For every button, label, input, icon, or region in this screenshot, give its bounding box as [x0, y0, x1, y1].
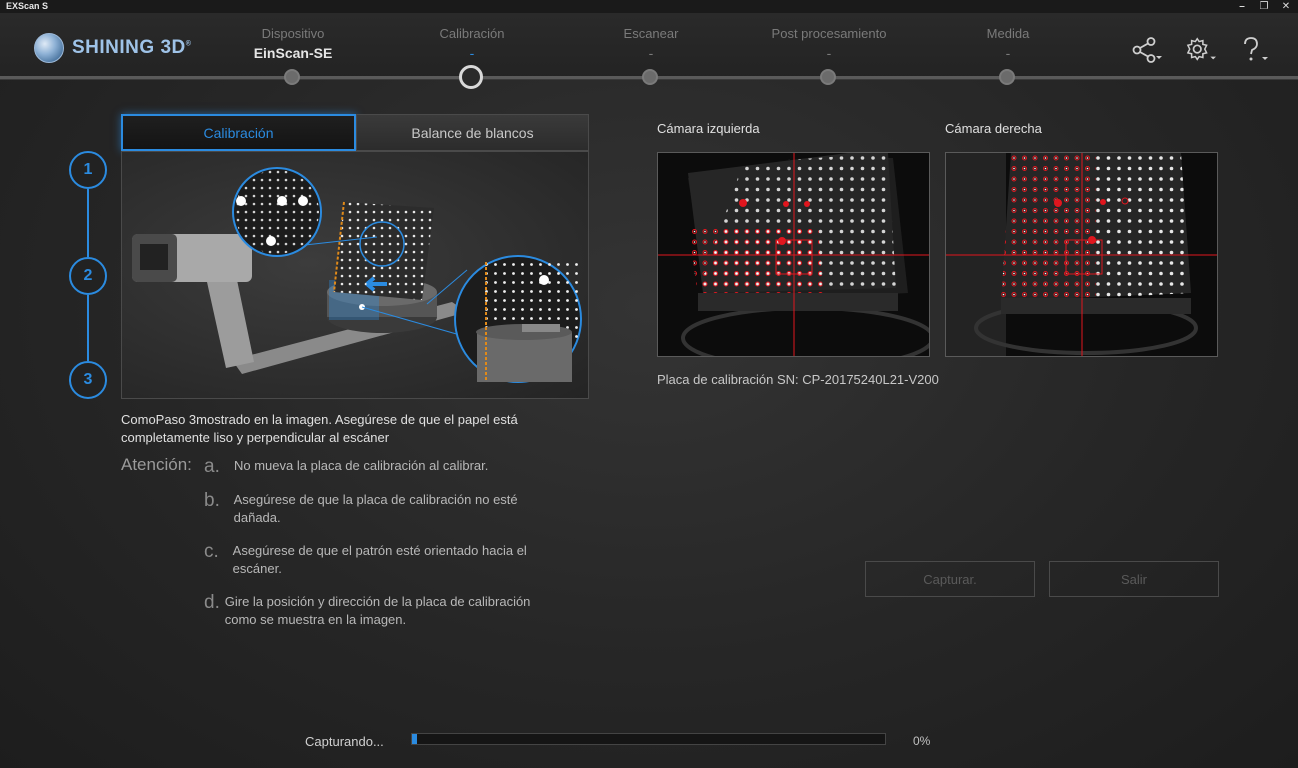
note-item: c. Asegúrese de que el patrón esté orien… [204, 542, 564, 578]
step-dot-measure[interactable] [999, 69, 1015, 85]
step-dot-post-processing[interactable] [820, 69, 836, 85]
step-number-3: 3 [69, 361, 107, 399]
help-icon[interactable] [1240, 35, 1270, 65]
exit-button[interactable]: Salir [1049, 561, 1219, 597]
step-label: Escanear [623, 26, 679, 41]
step-number-2: 2 [69, 257, 107, 295]
left-camera-view [657, 152, 930, 357]
step-label: Medida [986, 26, 1030, 41]
calibration-plate-serial: Placa de calibración SN: CP-20175240L21-… [657, 372, 939, 387]
note-text: Asegúrese de que el patrón esté orientad… [232, 543, 527, 576]
note-text: Asegúrese de que la placa de calibración… [233, 492, 518, 525]
note-text: No mueva la placa de calibración al cali… [234, 458, 489, 473]
note-text: Gire la posición y dirección de la placa… [224, 594, 531, 627]
maximize-icon[interactable]: ❐ [1258, 0, 1270, 13]
step-value: EinScan-SE [253, 45, 333, 61]
share-icon[interactable] [1132, 35, 1162, 65]
minimize-icon[interactable]: – [1236, 0, 1248, 13]
close-icon[interactable]: ✕ [1280, 0, 1292, 13]
note-letter: a. [204, 456, 220, 477]
step-label: Post procesamiento [771, 26, 887, 41]
calibration-illustration [121, 151, 589, 399]
window-title: EXScan S [6, 1, 49, 11]
calibration-tabs: Calibración Balance de blancos [121, 114, 589, 151]
step-dot-scan[interactable] [642, 69, 658, 85]
step-connector [87, 295, 89, 361]
step-measure[interactable]: Medida - [928, 26, 1088, 61]
capture-progress-bar [411, 733, 886, 745]
note-letter: b. [204, 490, 220, 511]
tab-white-balance[interactable]: Balance de blancos [356, 114, 589, 151]
right-camera-label: Cámara derecha [945, 121, 1042, 136]
step-calibration[interactable]: Calibración - [392, 26, 552, 61]
step-dot-calibration[interactable] [459, 65, 483, 89]
step-device[interactable]: Dispositivo EinScan-SE [213, 26, 373, 61]
step-value: - [826, 45, 832, 61]
step-dot-device[interactable] [284, 69, 300, 85]
header-toolbar [1132, 35, 1270, 65]
progress-fill [412, 734, 417, 744]
globe-icon [34, 33, 64, 63]
step-value: - [648, 45, 654, 61]
note-item: a. No mueva la placa de calibración al c… [204, 457, 564, 477]
window-controls: – ❐ ✕ [1236, 0, 1292, 13]
step-label: Calibración [439, 26, 505, 41]
note-letter: c. [204, 541, 219, 562]
step-connector [87, 189, 89, 257]
step-value: - [469, 45, 475, 61]
window-title-bar: EXScan S – ❐ ✕ [0, 0, 1298, 13]
attention-title: Atención: [121, 455, 192, 474]
step-label: Dispositivo [261, 26, 325, 41]
instruction-description: ComoPaso 3mostrado en la imagen. Asegúre… [121, 412, 518, 445]
step-number-1: 1 [69, 151, 107, 189]
note-item: d. Gire la posición y dirección de la pl… [204, 593, 564, 629]
step-scan[interactable]: Escanear - [571, 26, 731, 61]
right-camera-view [945, 152, 1218, 357]
left-camera-label: Cámara izquierda [657, 121, 760, 136]
brand-mark: ® [185, 40, 192, 48]
progress-label: Capturando... [305, 734, 384, 749]
note-letter: d. [204, 592, 220, 613]
gear-icon[interactable] [1186, 35, 1216, 65]
brand-logo: SHINING 3D® [34, 33, 191, 63]
capture-button[interactable]: Capturar. [865, 561, 1035, 597]
step-post-processing[interactable]: Post procesamiento - [749, 26, 909, 61]
tab-calibration[interactable]: Calibración [121, 114, 356, 151]
step-value: - [1005, 45, 1011, 61]
note-item: b. Asegúrese de que la placa de calibrac… [204, 491, 564, 527]
brand-name: SHINING 3D [72, 37, 186, 58]
progress-percent: 0% [913, 734, 931, 748]
